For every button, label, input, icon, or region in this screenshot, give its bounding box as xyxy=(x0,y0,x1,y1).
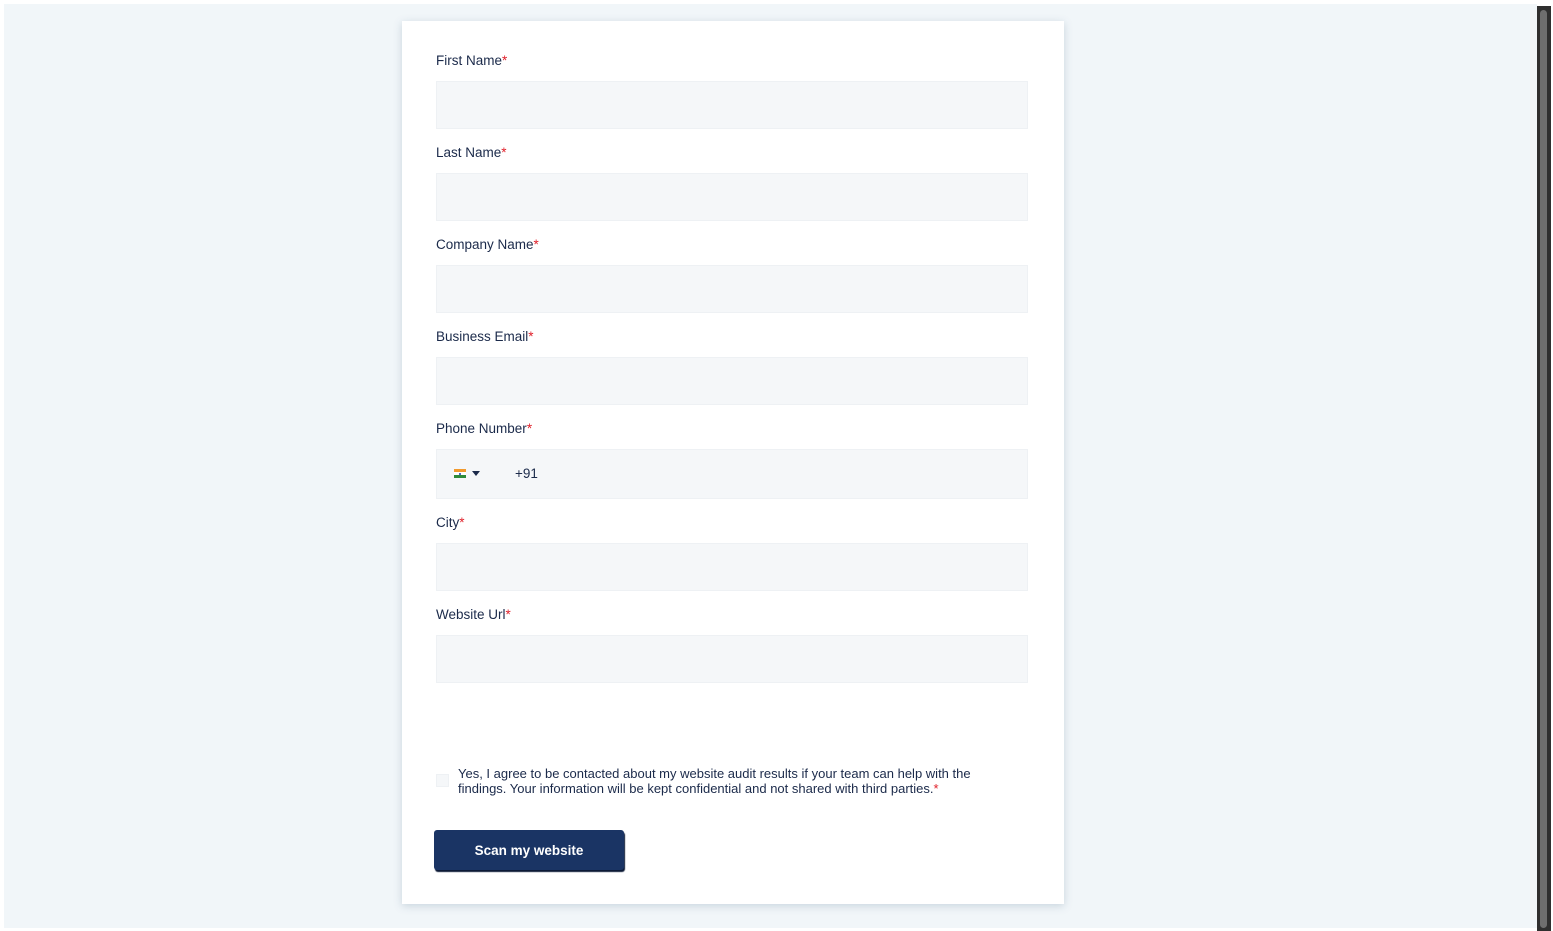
india-flag-icon[interactable] xyxy=(454,469,466,478)
consent-checkbox[interactable] xyxy=(436,774,449,787)
required-asterisk: * xyxy=(528,329,534,344)
website-url-input[interactable] xyxy=(436,635,1028,683)
required-asterisk: * xyxy=(526,421,533,436)
required-asterisk: * xyxy=(459,515,465,530)
scan-website-button[interactable]: Scan my website xyxy=(434,830,624,870)
phone-number-field: Phone Number* +91 xyxy=(436,420,1030,499)
required-asterisk: * xyxy=(502,53,508,68)
consent-text: Yes, I agree to be contacted about my we… xyxy=(458,766,971,796)
website-url-label: Website Url* xyxy=(436,607,511,622)
dial-code[interactable]: +91 xyxy=(515,466,538,481)
first-name-field: First Name* xyxy=(436,52,1030,129)
vertical-scrollbar[interactable] xyxy=(1537,6,1551,931)
website-scan-form: First Name* Last Name* Company Name* Bus… xyxy=(402,21,1064,904)
company-name-input[interactable] xyxy=(436,265,1028,313)
required-asterisk: * xyxy=(933,781,939,796)
last-name-field: Last Name* xyxy=(436,144,1030,221)
city-label: City* xyxy=(436,515,465,530)
required-asterisk: * xyxy=(533,237,539,252)
last-name-label: Last Name* xyxy=(436,145,507,160)
city-input[interactable] xyxy=(436,543,1028,591)
company-name-field: Company Name* xyxy=(436,236,1030,313)
scrollbar-thumb[interactable] xyxy=(1540,10,1547,928)
last-name-input[interactable] xyxy=(436,173,1028,221)
phone-number-input[interactable]: +91 xyxy=(436,449,1028,499)
required-asterisk: * xyxy=(505,607,511,622)
phone-number-label: Phone Number* xyxy=(436,421,533,436)
company-name-label: Company Name* xyxy=(436,237,539,252)
chevron-down-icon[interactable] xyxy=(472,471,480,476)
city-field: City* xyxy=(436,514,1030,591)
business-email-input[interactable] xyxy=(436,357,1028,405)
website-url-field: Website Url* xyxy=(436,606,1030,683)
business-email-label: Business Email* xyxy=(436,329,534,344)
required-asterisk: * xyxy=(501,145,507,160)
business-email-field: Business Email* xyxy=(436,328,1030,405)
first-name-input[interactable] xyxy=(436,81,1028,129)
first-name-label: First Name* xyxy=(436,53,508,68)
